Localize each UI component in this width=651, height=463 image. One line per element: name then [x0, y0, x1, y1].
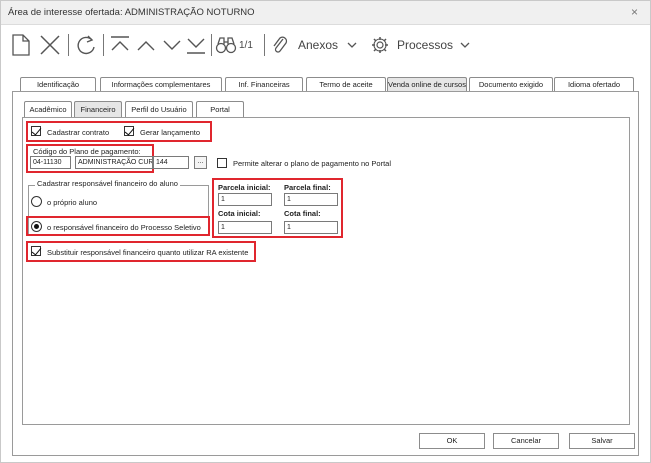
toolbar-separator: [103, 34, 104, 56]
cadastrar-contrato-checkbox[interactable]: [31, 126, 41, 136]
cota-final-label: Cota final:: [284, 209, 321, 218]
tab-identificacao[interactable]: Identificação: [20, 77, 96, 92]
tab-informacoes-complementares[interactable]: Informações complementares: [100, 77, 222, 92]
tab-inf-financeiras[interactable]: Inf. Financeiras: [225, 77, 303, 92]
tab-idioma-ofertado[interactable]: Idioma ofertado: [554, 77, 634, 92]
radio-responsavel-processo-label: o responsável financeiro do Processo Sel…: [47, 223, 201, 232]
tab-documento-exigido[interactable]: Documento exigido: [469, 77, 553, 92]
attachments-label: Anexos: [298, 38, 339, 52]
subtab-portal[interactable]: Portal: [196, 101, 244, 117]
window-title: Área de interesse ofertada: ADMINISTRAÇÃ…: [8, 7, 255, 18]
record-counter: 1/1: [239, 31, 253, 59]
subtab-perfil-do-usuario[interactable]: Perfil do Usuário: [125, 101, 193, 117]
title-bar: Área de interesse ofertada: ADMINISTRAÇÃ…: [1, 1, 650, 25]
plano-pagamento-label: Código do Plano de pagamento:: [33, 147, 141, 156]
toolbar-separator: [68, 34, 69, 56]
tab-termo-de-aceite[interactable]: Termo de aceite: [306, 77, 386, 92]
gerar-lancamento-checkbox[interactable]: [124, 126, 134, 136]
binoculars-icon[interactable]: [215, 31, 237, 59]
gear-icon[interactable]: [370, 31, 390, 59]
plano-name-input[interactable]: ADMINISTRAÇÃO CUR: [75, 156, 153, 169]
parcela-inicial-input[interactable]: 1: [218, 193, 272, 206]
dialog-window: Área de interesse ofertada: ADMINISTRAÇÃ…: [0, 0, 651, 463]
plano-extra-input[interactable]: 144: [153, 156, 189, 169]
toolbar: 1/1 Anexos Processos: [1, 26, 650, 64]
substituir-responsavel-label: Substituir responsável financeiro quanto…: [47, 248, 249, 257]
gerar-lancamento-label: Gerar lançamento: [140, 128, 201, 137]
previous-icon[interactable]: [135, 31, 157, 59]
attachments-menu[interactable]: Anexos: [298, 31, 358, 59]
save-button[interactable]: Salvar: [569, 433, 635, 449]
cota-inicial-label: Cota inicial:: [218, 209, 261, 218]
last-icon[interactable]: [185, 31, 207, 59]
record-counter-text: 1/1: [239, 39, 253, 51]
toolbar-separator: [211, 34, 212, 56]
responsavel-group-title: Cadastrar responsável financeiro do alun…: [35, 179, 180, 188]
substituir-responsavel-checkbox[interactable]: [31, 246, 41, 256]
cota-final-input[interactable]: 1: [284, 221, 338, 234]
chevron-down-icon: [460, 42, 470, 48]
plano-lookup-button[interactable]: ...: [194, 156, 207, 169]
processes-label: Processos: [397, 38, 454, 52]
new-document-icon[interactable]: [11, 31, 31, 59]
parcela-final-label: Parcela final:: [284, 183, 331, 192]
chevron-down-icon: [347, 42, 357, 48]
radio-proprio-aluno[interactable]: [31, 196, 42, 207]
permite-alterar-label: Permite alterar o plano de pagamento no …: [233, 159, 392, 168]
permite-alterar-checkbox[interactable]: [217, 158, 227, 168]
cadastrar-contrato-label: Cadastrar contrato: [47, 128, 110, 137]
refresh-icon[interactable]: [75, 31, 97, 59]
processes-menu[interactable]: Processos: [397, 31, 471, 59]
toolbar-separator: [264, 34, 265, 56]
cota-inicial-input[interactable]: 1: [218, 221, 272, 234]
radio-proprio-aluno-label: o próprio aluno: [47, 198, 98, 207]
first-icon[interactable]: [109, 31, 131, 59]
radio-responsavel-processo[interactable]: [31, 221, 42, 232]
parcela-final-input[interactable]: 1: [284, 193, 338, 206]
subtab-financeiro[interactable]: Financeiro: [74, 101, 122, 117]
parcela-inicial-label: Parcela inicial:: [218, 183, 271, 192]
subtab-academico[interactable]: Acadêmico: [24, 101, 72, 117]
close-icon[interactable]: ×: [631, 5, 638, 19]
ok-button[interactable]: OK: [419, 433, 485, 449]
delete-icon[interactable]: [39, 31, 61, 59]
attachment-icon[interactable]: [271, 31, 289, 59]
cancel-button[interactable]: Cancelar: [493, 433, 559, 449]
plano-code-input[interactable]: 04-11130: [30, 156, 71, 169]
next-icon[interactable]: [161, 31, 183, 59]
